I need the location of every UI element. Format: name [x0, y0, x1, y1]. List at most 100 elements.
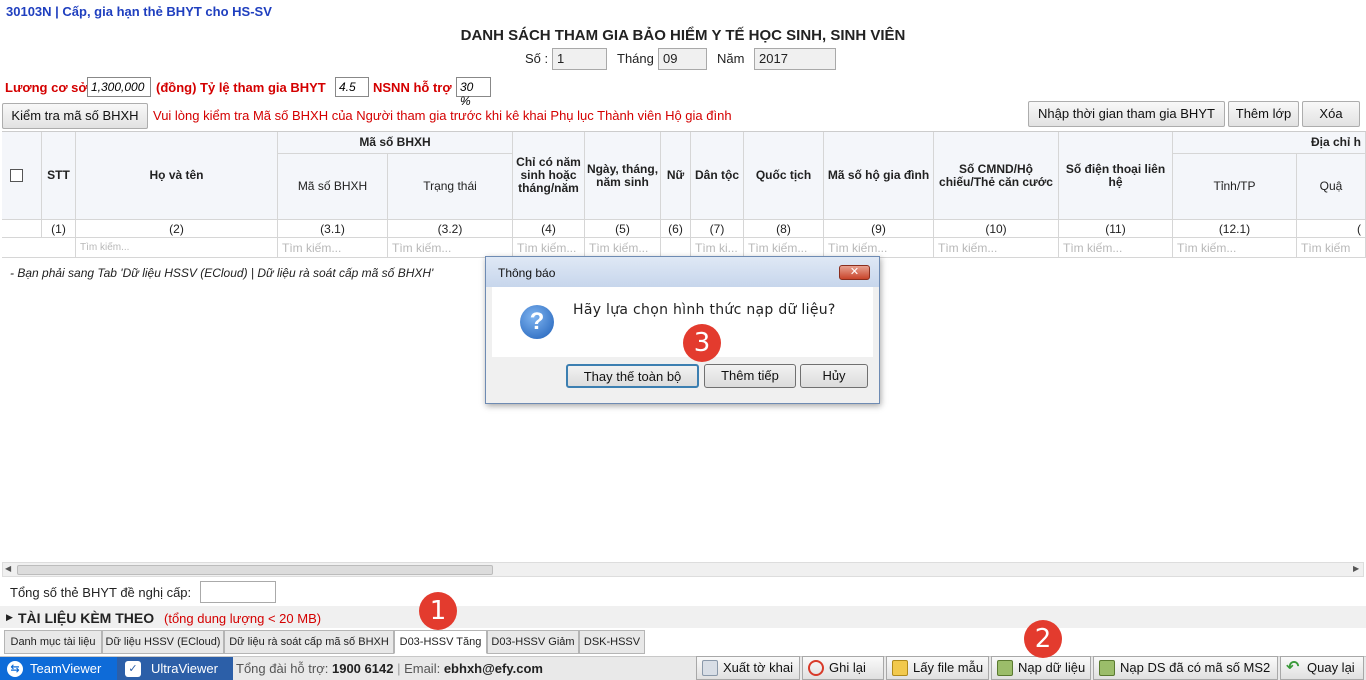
header-cmnd[interactable]: Số CMND/Hộ chiếu/Thẻ căn cước — [934, 132, 1059, 220]
nam-field[interactable]: 2017 — [754, 48, 836, 70]
search-dan-toc[interactable]: Tìm ki... — [691, 238, 744, 258]
so-field[interactable]: 1 — [552, 48, 607, 70]
header-nu[interactable]: Nữ — [661, 132, 691, 220]
search-ho-gia-dinh[interactable]: Tìm kiếm... — [824, 238, 934, 258]
hotline-number: 1900 6142 — [331, 661, 394, 676]
replace-all-button[interactable]: Thay thế toàn bộ — [566, 364, 699, 388]
number-cell: (10) — [934, 220, 1059, 238]
expand-arrow-icon[interactable]: ▶ — [6, 612, 13, 623]
nam-label: Năm — [717, 51, 745, 66]
number-cell: (9) — [824, 220, 934, 238]
number-cell: (3.2) — [388, 220, 513, 238]
select-all-checkbox[interactable] — [10, 169, 23, 182]
tab-du-lieu-hssv[interactable]: Dữ liệu HSSV (ECloud) — [102, 630, 224, 654]
scroll-right-icon[interactable]: ▶ — [1353, 564, 1359, 573]
template-label: Lấy file mẫu — [913, 660, 984, 675]
append-button[interactable]: Thêm tiếp — [704, 364, 796, 388]
export-icon — [702, 660, 718, 676]
load-ms2-icon — [1099, 660, 1115, 676]
tab-danh-muc[interactable]: Danh mục tài liệu — [4, 630, 102, 654]
thang-label: Tháng — [617, 51, 654, 66]
add-class-button[interactable]: Thêm lớp — [1228, 101, 1299, 127]
load-data-icon — [997, 660, 1013, 676]
search-cmnd[interactable]: Tìm kiếm... — [934, 238, 1059, 258]
number-cell: (7) — [691, 220, 744, 238]
header-stt[interactable]: STT — [42, 132, 76, 220]
load-ms2-button[interactable]: Nạp DS đã có mã số MS2 — [1093, 656, 1278, 680]
tab-ra-soat[interactable]: Dữ liệu rà soát cấp mã số BHXH — [224, 630, 394, 654]
tab-d03-giam[interactable]: D03-HSSV Giảm — [487, 630, 579, 654]
hotline-label: Tổng đài hỗ trợ: — [236, 661, 329, 676]
header-ngay-sinh[interactable]: Ngày, tháng, năm sinh — [585, 132, 661, 220]
total-label: Tổng số thẻ BHYT đề nghị cấp: — [10, 585, 192, 600]
header-ma-so[interactable]: Mã số BHXH — [278, 154, 388, 220]
email-label: Email: — [404, 661, 441, 676]
number-cell: (1) — [42, 220, 76, 238]
header-quoc-tich[interactable]: Quốc tịch — [744, 132, 824, 220]
number-cell: (5) — [585, 220, 661, 238]
luong-label: Lương cơ sở — [5, 80, 88, 95]
tyle-field[interactable]: 4.5 — [335, 77, 369, 97]
header-dan-toc[interactable]: Dân tộc — [691, 132, 744, 220]
search-quan[interactable]: Tìm kiếm — [1297, 238, 1366, 258]
nsnn-field[interactable]: 30 % — [456, 77, 491, 108]
header-sdt[interactable]: Số điện thoại liên hệ — [1059, 132, 1173, 220]
number-cell: (6) — [661, 220, 691, 238]
step-marker-2: 2 — [1024, 620, 1062, 658]
search-ma-so[interactable]: Tìm kiếm... — [278, 238, 388, 258]
header-group-bhxh: Mã số BHXH — [278, 132, 513, 154]
luong-field[interactable]: 1,300,000 — [87, 77, 151, 97]
back-icon: ↶ — [1286, 659, 1300, 676]
import-time-button[interactable]: Nhập thời gian tham gia BHYT — [1028, 101, 1225, 127]
separator: | — [397, 661, 401, 676]
scrollbar-thumb[interactable] — [17, 565, 493, 575]
header-name[interactable]: Họ và tên — [76, 132, 278, 220]
total-input[interactable] — [200, 581, 276, 603]
number-cell: (8) — [744, 220, 824, 238]
search-tinh[interactable]: Tìm kiếm... — [1173, 238, 1297, 258]
select-all-cell — [2, 132, 42, 220]
header-quan[interactable]: Quậ — [1297, 154, 1366, 220]
header-trang-thai[interactable]: Trạng thái — [388, 154, 513, 220]
tab-d03-tang[interactable]: D03-HSSV Tăng — [394, 630, 487, 654]
number-cell: (2) — [76, 220, 278, 238]
search-nu[interactable] — [661, 238, 691, 258]
search-quoc-tich[interactable]: Tìm kiếm... — [744, 238, 824, 258]
export-label: Xuất tờ khai — [723, 660, 793, 675]
export-button[interactable]: Xuất tờ khai — [696, 656, 800, 680]
load-data-button[interactable]: Nạp dữ liệu — [991, 656, 1091, 680]
app-title: 30103N | Cấp, gia hạn thẻ BHYT cho HS-SV — [6, 4, 272, 19]
attachments-title[interactable]: TÀI LIỆU KÈM THEO — [18, 610, 154, 626]
teamviewer-icon: ⇆ — [7, 661, 23, 677]
number-cell-blank — [2, 220, 42, 238]
scroll-left-icon[interactable]: ◀ — [5, 564, 11, 573]
tab-dsk[interactable]: DSK-HSSV — [579, 630, 645, 654]
template-icon — [892, 660, 908, 676]
search-sdt[interactable]: Tìm kiếm... — [1059, 238, 1173, 258]
close-icon[interactable]: ✕ — [839, 265, 870, 280]
notice-text: Vui lòng kiểm tra Mã số BHXH của Người t… — [153, 108, 732, 123]
search-ngay-sinh[interactable]: Tìm kiếm... — [585, 238, 661, 258]
search-trang-thai[interactable]: Tìm kiếm... — [388, 238, 513, 258]
thang-field[interactable]: 09 — [658, 48, 707, 70]
search-name[interactable]: Tìm kiếm... — [76, 238, 278, 258]
question-icon: ? — [520, 305, 554, 339]
header-ho-gia-dinh[interactable]: Mã số hộ gia đình — [824, 132, 934, 220]
dialog-title: Thông báo — [498, 266, 556, 280]
cancel-button[interactable]: Hủy — [800, 364, 868, 388]
step-marker-1: 1 — [419, 592, 457, 630]
horizontal-scrollbar[interactable]: ◀ ▶ — [2, 562, 1364, 577]
search-chi-co-nam[interactable]: Tìm kiếm... — [513, 238, 585, 258]
back-button[interactable]: ↶ Quay lại — [1280, 656, 1364, 680]
header-group-address: Địa chỉ h — [1173, 132, 1366, 154]
header-tinh[interactable]: Tỉnh/TP — [1173, 154, 1297, 220]
data-grid: STT Họ và tên Mã số BHXH Mã số BHXH Trạn… — [2, 131, 1366, 261]
delete-button[interactable]: Xóa — [1302, 101, 1360, 127]
header-chi-co-nam[interactable]: Chỉ có năm sinh hoặc tháng/năm — [513, 132, 585, 220]
check-bhxh-button[interactable]: Kiểm tra mã số BHXH — [2, 103, 148, 129]
attachments-note: (tổng dung lượng < 20 MB) — [164, 611, 322, 626]
save-button[interactable]: Ghi lại — [802, 656, 884, 680]
save-icon — [808, 660, 824, 676]
get-template-button[interactable]: Lấy file mẫu — [886, 656, 989, 680]
page-heading: DANH SÁCH THAM GIA BẢO HIỂM Y TẾ HỌC SIN… — [460, 27, 906, 44]
